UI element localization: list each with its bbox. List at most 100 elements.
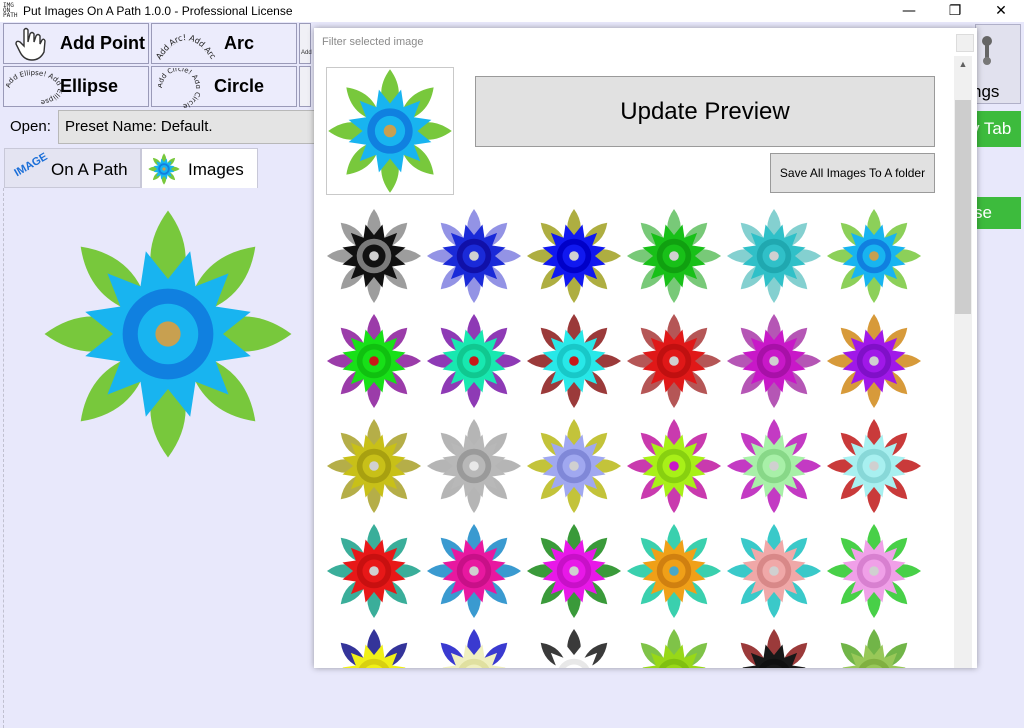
image-variant[interactable] <box>626 208 722 304</box>
popup-close-box[interactable] <box>956 34 974 52</box>
maximize-button[interactable]: ❐ <box>932 0 978 22</box>
image-variant[interactable] <box>726 208 822 304</box>
image-variant[interactable] <box>726 628 822 668</box>
flower-variant-image <box>726 523 822 619</box>
circle-button[interactable]: Add Circle! Add Circle Circle <box>151 66 297 108</box>
filter-title: Filter selected image <box>322 36 424 48</box>
update-preview-button[interactable]: Update Preview <box>475 76 935 147</box>
image-variant[interactable] <box>526 208 622 304</box>
new-tab-label-partial: v Tab <box>975 119 1012 138</box>
flower-variant-image <box>440 628 508 668</box>
image-variant[interactable] <box>426 628 522 668</box>
image-variant[interactable] <box>526 313 622 409</box>
image-variant[interactable] <box>526 628 622 668</box>
image-variant[interactable] <box>326 313 422 409</box>
image-variant[interactable] <box>626 418 722 514</box>
flower-variant-image <box>426 523 522 619</box>
image-variants-grid <box>326 208 946 668</box>
tab-on-a-path-label: On A Path <box>51 160 128 179</box>
preset-dropdown[interactable]: Preset Name: Default. <box>58 110 328 144</box>
tab-images-label: Images <box>188 160 244 179</box>
selected-flower-image <box>328 69 452 193</box>
arc-text-icon: Add Arc! Add Arc <box>154 33 217 61</box>
flower-variant-image <box>526 208 622 304</box>
flower-variant-image <box>326 313 422 409</box>
toolbar-stub[interactable]: Add <box>299 23 312 64</box>
image-variant[interactable] <box>326 418 422 514</box>
flower-variant-image <box>626 208 722 304</box>
add-point-label: Add Point <box>60 33 145 53</box>
scroll-thumb[interactable] <box>955 100 971 314</box>
add-point-button[interactable]: Add Point <box>3 23 149 64</box>
flower-variant-image <box>826 418 922 514</box>
image-variant[interactable] <box>326 628 422 668</box>
app-icon: IMG ON PATH <box>3 2 18 19</box>
image-variant[interactable] <box>626 313 722 409</box>
image-variant[interactable] <box>426 523 522 619</box>
image-variant[interactable] <box>426 313 522 409</box>
image-variant[interactable] <box>526 523 622 619</box>
arc-button[interactable]: Add Arc! Add Arc Arc <box>151 23 297 64</box>
image-variant[interactable] <box>426 418 522 514</box>
new-tab-button[interactable]: v Tab <box>975 111 1021 147</box>
preview-pane <box>3 188 316 728</box>
image-variant[interactable] <box>626 523 722 619</box>
image-variant[interactable] <box>626 628 722 668</box>
circle-icon-text: Add Circle! Add Circle <box>158 68 200 108</box>
image-variant[interactable] <box>326 523 422 619</box>
image-variant[interactable] <box>826 628 922 668</box>
flower-variant-image <box>526 313 622 409</box>
flower-variant-image <box>526 523 622 619</box>
ellipse-text-icon: Add Ellipse! Add Ellipse <box>6 69 62 106</box>
minimize-button[interactable]: — <box>886 0 932 22</box>
flower-variant-image <box>426 418 522 514</box>
circle-text-icon: Add Circle! Add Circle <box>158 68 200 108</box>
flower-variant-image <box>426 208 522 304</box>
scroll-up-arrow[interactable]: ▲ <box>954 56 972 72</box>
ellipse-button[interactable]: Add Ellipse! Add Ellipse Ellipse <box>3 66 149 107</box>
image-variant[interactable] <box>826 313 922 409</box>
svg-text:Add Circle! Add Circle: Add Circle! Add Circle <box>158 68 200 108</box>
flower-variant-image <box>540 628 608 668</box>
image-variant[interactable] <box>726 523 822 619</box>
selected-image-thumbnail <box>326 67 454 195</box>
circle-label: Circle <box>214 76 265 96</box>
image-variant[interactable] <box>826 208 922 304</box>
ellipse-label: Ellipse <box>60 76 119 96</box>
window-title: Put Images On A Path 1.0.0 - Professiona… <box>23 4 293 18</box>
image-variant[interactable] <box>726 313 822 409</box>
image-variant[interactable] <box>726 418 822 514</box>
save-all-images-button[interactable]: Save All Images To A folder <box>770 153 935 193</box>
close-label-partial: se <box>975 203 992 222</box>
hand-pointer-icon <box>15 27 46 61</box>
tab-on-a-path[interactable]: IMAGE On A Path <box>4 148 141 188</box>
image-filter-popup: Filter selected image Update Preview Sav… <box>314 28 977 668</box>
flower-variant-image <box>526 418 622 514</box>
wrench-icon <box>982 36 992 65</box>
image-variant[interactable] <box>826 523 922 619</box>
flower-variant-image <box>726 208 822 304</box>
flower-variant-image <box>726 418 822 514</box>
flower-variant-image <box>426 313 522 409</box>
close-tab-button[interactable]: se <box>975 197 1021 229</box>
arc-icon-text: Add Arc! Add Arc <box>154 33 217 61</box>
toolbar-stub-2[interactable] <box>299 66 311 107</box>
image-variant[interactable] <box>826 418 922 514</box>
flower-variant-image <box>340 628 408 668</box>
add-small-label: Add <box>301 50 312 56</box>
flower-variant-image <box>626 523 722 619</box>
image-variant[interactable] <box>426 208 522 304</box>
flower-variant-image <box>726 313 822 409</box>
flower-icon <box>148 153 180 185</box>
close-window-button[interactable]: ✕ <box>978 0 1024 22</box>
settings-button[interactable]: ngs <box>972 24 1021 104</box>
arc-label: Arc <box>224 33 255 53</box>
flower-variant-image <box>826 313 922 409</box>
popup-scrollbar[interactable]: ▲ <box>954 56 972 668</box>
image-variant[interactable] <box>526 418 622 514</box>
flower-variant-image <box>740 628 808 668</box>
image-variant[interactable] <box>326 208 422 304</box>
tab-images[interactable]: Images <box>141 148 258 188</box>
svg-text:Add Ellipse! Add Ellipse: Add Ellipse! Add Ellipse <box>6 69 62 106</box>
image-path-icon: IMAGE <box>12 150 50 180</box>
